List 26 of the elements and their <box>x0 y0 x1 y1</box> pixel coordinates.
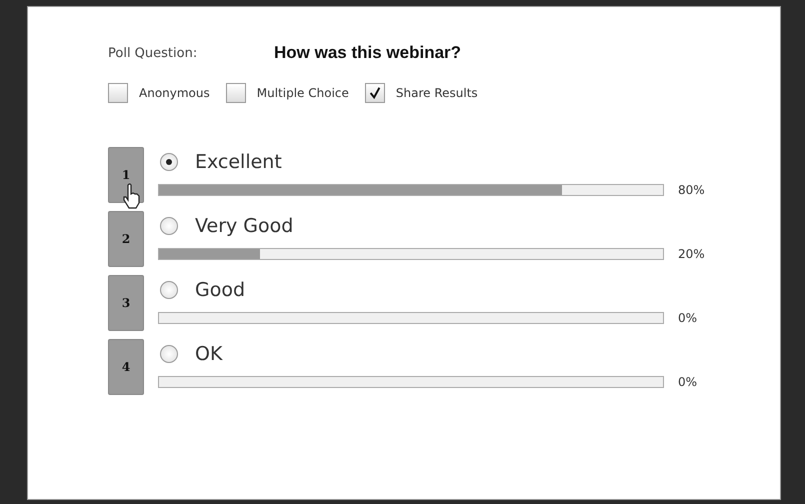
percent-label: 0% <box>678 375 698 389</box>
check-icon <box>368 86 382 100</box>
option-label: Good <box>195 279 246 301</box>
percent-label: 20% <box>678 247 705 261</box>
radio-button[interactable] <box>160 281 178 299</box>
option-number-tab[interactable]: 1 <box>108 147 144 203</box>
checkbox[interactable] <box>364 83 385 103</box>
radio-button[interactable] <box>160 345 178 363</box>
checkbox[interactable] <box>226 83 246 103</box>
option-label: OK <box>195 343 222 365</box>
checkbox[interactable] <box>108 83 128 103</box>
checkbox-label: Anonymous <box>139 86 210 100</box>
hand-cursor-icon <box>122 183 142 209</box>
option-label: Excellent <box>195 151 282 173</box>
checkbox-label: Share Results <box>396 86 478 100</box>
percent-label: 80% <box>678 183 705 197</box>
option-label: Very Good <box>195 215 294 237</box>
option-number-tab[interactable]: 2 <box>108 211 144 267</box>
radio-button[interactable] <box>160 217 178 235</box>
option-number-tab[interactable]: 4 <box>108 339 144 395</box>
radio-button[interactable] <box>160 153 178 171</box>
poll-question: How was this webinar? <box>274 43 462 63</box>
percent-label: 0% <box>678 311 698 325</box>
question-label: Poll Question: <box>108 46 198 60</box>
option-number-tab[interactable]: 3 <box>108 275 144 331</box>
checkbox-label: Multiple Choice <box>256 86 349 100</box>
